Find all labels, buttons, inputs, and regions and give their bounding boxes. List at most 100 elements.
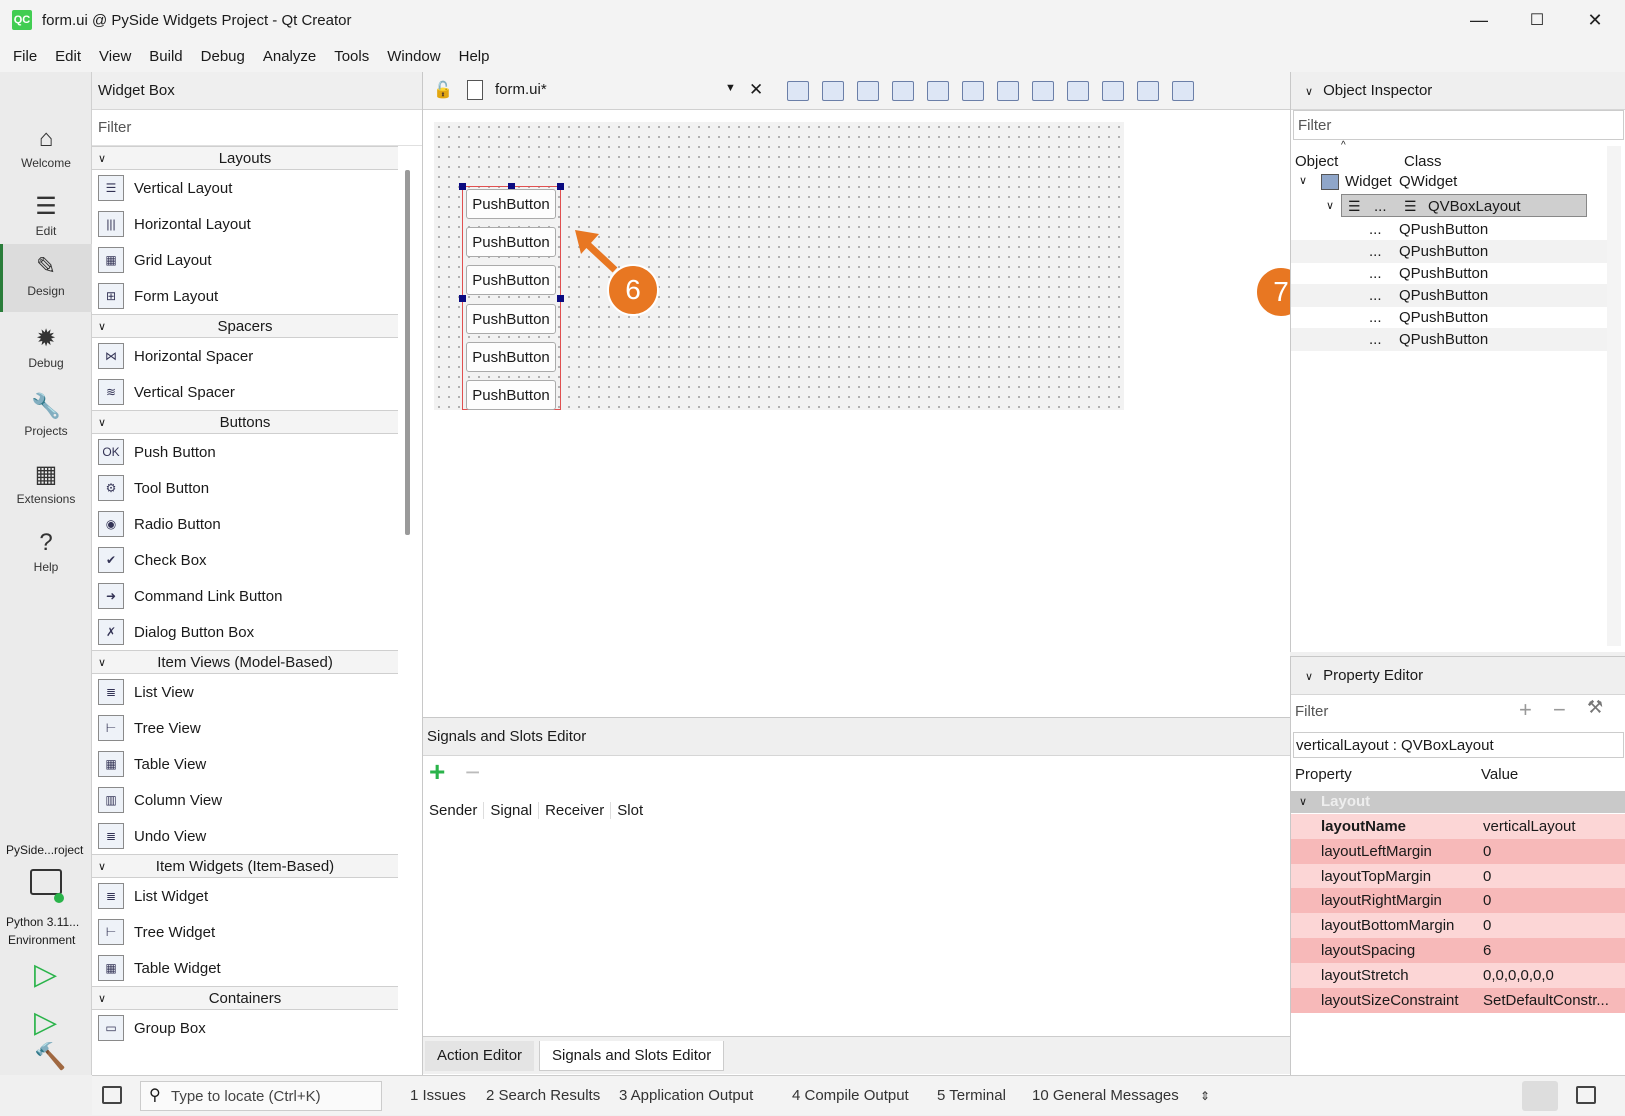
widget-item[interactable]: ⊢ Tree Widget	[92, 914, 398, 950]
project-name[interactable]: PySide...roject	[6, 843, 83, 857]
tree-row[interactable]: ... QPushButton	[1291, 262, 1607, 285]
property-row[interactable]: layoutName verticalLayout	[1291, 814, 1625, 839]
property-group-header[interactable]: ∨ Layout	[1291, 791, 1625, 813]
property-row[interactable]: layoutStretch 0,0,0,0,0,0	[1291, 962, 1625, 988]
close-window-button[interactable]: ✕	[1566, 0, 1624, 40]
property-row[interactable]: layoutLeftMargin 0	[1291, 838, 1625, 864]
category-header[interactable]: ∨ Containers	[92, 986, 398, 1010]
adjust-size-icon[interactable]	[1172, 81, 1194, 101]
widget-item[interactable]: ✗ Dialog Button Box	[92, 614, 398, 650]
widget-item[interactable]: ≣ List Widget	[92, 878, 398, 914]
locator-input[interactable]: ⚲ Type to locate (Ctrl+K)	[140, 1081, 382, 1111]
column-sender[interactable]: Sender	[423, 801, 485, 819]
push-button[interactable]: PushButton	[466, 342, 556, 372]
chevron-down-icon[interactable]: ∨	[1326, 195, 1334, 218]
mode-welcome[interactable]: ⌂ Welcome	[0, 116, 92, 184]
mode-help[interactable]: ? Help	[0, 520, 92, 588]
resize-handle[interactable]	[459, 183, 466, 190]
widget-box-scrollbar[interactable]	[405, 170, 410, 535]
push-button[interactable]: PushButton	[466, 227, 556, 257]
lay-out-horizontally-icon[interactable]	[927, 81, 949, 101]
form-layout-icon[interactable]	[1067, 81, 1089, 101]
toggle-right-sidebar-icon[interactable]	[1576, 1086, 1596, 1104]
push-button[interactable]: PushButton	[466, 304, 556, 334]
tree-row[interactable]: ∨ Widget QWidget	[1291, 170, 1607, 193]
pane-application-output[interactable]: 3 Application Output	[619, 1076, 753, 1116]
widget-item[interactable]: ▥ Column View	[92, 782, 398, 818]
mode-edit[interactable]: ☰ Edit	[0, 184, 92, 252]
lay-out-vertically-icon[interactable]	[962, 81, 984, 101]
widget-item[interactable]: ▭ Group Box	[92, 1010, 398, 1046]
menu-view[interactable]: View	[90, 48, 140, 65]
menu-build[interactable]: Build	[140, 48, 191, 65]
widget-item[interactable]: ✔ Check Box	[92, 542, 398, 578]
widget-item[interactable]: ➜ Command Link Button	[92, 578, 398, 614]
lock-icon[interactable]: 🔓	[433, 80, 453, 100]
resize-handle[interactable]	[557, 295, 564, 302]
property-row[interactable]: layoutBottomMargin 0	[1291, 913, 1625, 939]
category-header[interactable]: ∨ Item Widgets (Item-Based)	[92, 854, 398, 878]
property-value[interactable]: 0	[1483, 888, 1491, 913]
build-hammer-icon[interactable]: 🔨	[34, 1041, 66, 1072]
progress-details-icon[interactable]	[1522, 1081, 1558, 1111]
column-signal[interactable]: Signal	[484, 801, 540, 819]
property-value[interactable]: 0	[1483, 839, 1491, 864]
mode-projects[interactable]: 🔧 Projects	[0, 384, 92, 452]
push-button[interactable]: PushButton	[466, 189, 556, 219]
tree-row[interactable]: ... QPushButton	[1291, 240, 1607, 263]
maximize-button[interactable]: ☐	[1508, 0, 1566, 40]
widget-box-filter[interactable]: Filter	[92, 110, 422, 146]
widget-item[interactable]: ||| Horizontal Layout	[92, 206, 398, 242]
tree-row[interactable]: ... QPushButton	[1291, 284, 1607, 307]
property-value[interactable]: SetDefaultConstr...	[1483, 988, 1609, 1013]
widget-item[interactable]: ▦ Table View	[92, 746, 398, 782]
property-value[interactable]: 0	[1483, 913, 1491, 938]
open-file-name[interactable]: form.ui*	[495, 81, 547, 98]
widget-item[interactable]: OK Push Button	[92, 434, 398, 470]
edit-buddies-icon[interactable]	[857, 81, 879, 101]
mode-design[interactable]: ✎ Design	[0, 244, 92, 312]
horizontal-splitter-icon[interactable]	[997, 81, 1019, 101]
edit-signals-slots-icon[interactable]	[822, 81, 844, 101]
remove-dynamic-property-icon[interactable]: −	[1553, 697, 1566, 723]
pane-issues[interactable]: 1 Issues	[410, 1076, 466, 1116]
property-row[interactable]: layoutRightMargin 0	[1291, 888, 1625, 914]
property-row[interactable]: layoutTopMargin 0	[1291, 863, 1625, 889]
widget-item[interactable]: ⚙ Tool Button	[92, 470, 398, 506]
add-dynamic-property-icon[interactable]: +	[1519, 697, 1532, 723]
property-filter-input[interactable]: Filter	[1295, 697, 1328, 727]
vertical-layout-frame[interactable]	[462, 186, 561, 410]
minimize-button[interactable]: —	[1450, 0, 1508, 40]
push-button[interactable]: PushButton	[466, 265, 556, 295]
tree-row-selected[interactable]: ∨ ☰ ☰... QVBoxLayout	[1326, 194, 1587, 217]
tree-row[interactable]: ... QPushButton	[1291, 306, 1607, 329]
mode-debug[interactable]: ✹ Debug	[0, 316, 92, 384]
property-value[interactable]: verticalLayout	[1483, 814, 1576, 839]
widget-item[interactable]: ◉ Radio Button	[92, 506, 398, 542]
property-value[interactable]: 6	[1483, 938, 1491, 963]
column-receiver[interactable]: Receiver	[539, 801, 612, 819]
widget-item[interactable]: ≋ Vertical Spacer	[92, 374, 398, 410]
resize-handle[interactable]	[459, 295, 466, 302]
property-row[interactable]: layoutSizeConstraint SetDefaultConstr...	[1291, 987, 1625, 1013]
widget-item[interactable]: ≣ Undo View	[92, 818, 398, 854]
run-icon[interactable]: ▷	[34, 957, 57, 992]
category-header[interactable]: ∨ Spacers	[92, 314, 398, 338]
pane-general-messages[interactable]: 10 General Messages	[1032, 1076, 1179, 1116]
category-header[interactable]: ∨ Buttons	[92, 410, 398, 434]
column-property[interactable]: Property	[1295, 761, 1352, 789]
widget-item[interactable]: ▦ Table Widget	[92, 950, 398, 986]
configure-wrench-icon[interactable]: ⚒	[1587, 697, 1603, 718]
menu-help[interactable]: Help	[450, 48, 499, 65]
add-connection-icon[interactable]: +	[429, 756, 445, 788]
property-row[interactable]: layoutSpacing 6	[1291, 938, 1625, 963]
updown-arrows-icon[interactable]: ⇕	[1200, 1076, 1210, 1116]
chevron-down-icon[interactable]: ▼	[725, 82, 736, 94]
edit-tab-order-icon[interactable]	[892, 81, 914, 101]
edit-widgets-icon[interactable]	[787, 81, 809, 101]
pane-compile-output[interactable]: 4 Compile Output	[792, 1076, 909, 1116]
tab-signals-slots-editor[interactable]: Signals and Slots Editor	[539, 1041, 725, 1071]
inspector-scrollbar[interactable]	[1607, 146, 1621, 646]
tab-action-editor[interactable]: Action Editor	[425, 1041, 535, 1071]
menu-analyze[interactable]: Analyze	[254, 48, 325, 65]
